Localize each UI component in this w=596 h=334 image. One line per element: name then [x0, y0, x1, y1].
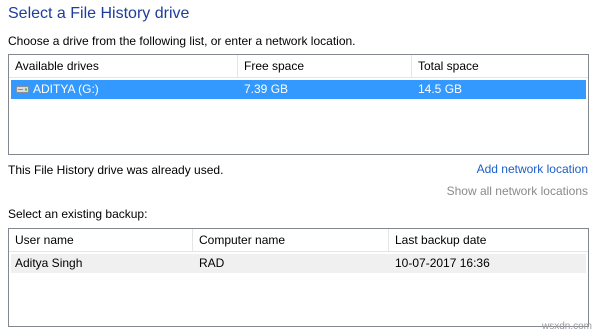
- backup-list[interactable]: User name Computer name Last backup date…: [8, 228, 589, 327]
- watermark: wsxdn.com: [541, 321, 592, 332]
- file-history-drive-dialog: Select a File History drive Choose a dri…: [0, 0, 596, 334]
- drive-status-text: This File History drive was already used…: [8, 163, 224, 177]
- add-network-location-link[interactable]: Add network location: [477, 162, 588, 176]
- backup-row[interactable]: Aditya Singh RAD 10-07-2017 16:36: [11, 254, 586, 273]
- column-header-user-name[interactable]: User name: [9, 229, 192, 251]
- drive-total-space: 14.5 GB: [418, 82, 463, 96]
- column-header-last-backup-date[interactable]: Last backup date: [389, 229, 586, 251]
- column-header-total-space[interactable]: Total space: [412, 55, 586, 77]
- show-all-network-locations-link[interactable]: Show all network locations: [447, 184, 588, 198]
- backup-last-date: 10-07-2017 16:36: [395, 256, 490, 270]
- drives-list[interactable]: Available drives Free space Total space …: [8, 54, 589, 155]
- page-title: Select a File History drive: [8, 5, 190, 22]
- backup-user-name: Aditya Singh: [15, 256, 83, 270]
- backup-computer-name: RAD: [199, 256, 225, 270]
- existing-backup-label: Select an existing backup:: [8, 207, 148, 221]
- drive-row[interactable]: ADITYA (G:) 7.39 GB 14.5 GB: [11, 80, 586, 99]
- drive-icon: [16, 85, 29, 94]
- drives-list-header: Available drives Free space Total space: [9, 55, 588, 78]
- column-header-computer-name[interactable]: Computer name: [193, 229, 388, 251]
- column-header-available-drives[interactable]: Available drives: [9, 55, 237, 77]
- drive-name: ADITYA (G:): [33, 82, 99, 96]
- column-header-free-space[interactable]: Free space: [238, 55, 411, 77]
- drive-free-space: 7.39 GB: [244, 82, 289, 96]
- instructions-text: Choose a drive from the following list, …: [8, 34, 356, 48]
- backup-list-header: User name Computer name Last backup date: [9, 229, 588, 252]
